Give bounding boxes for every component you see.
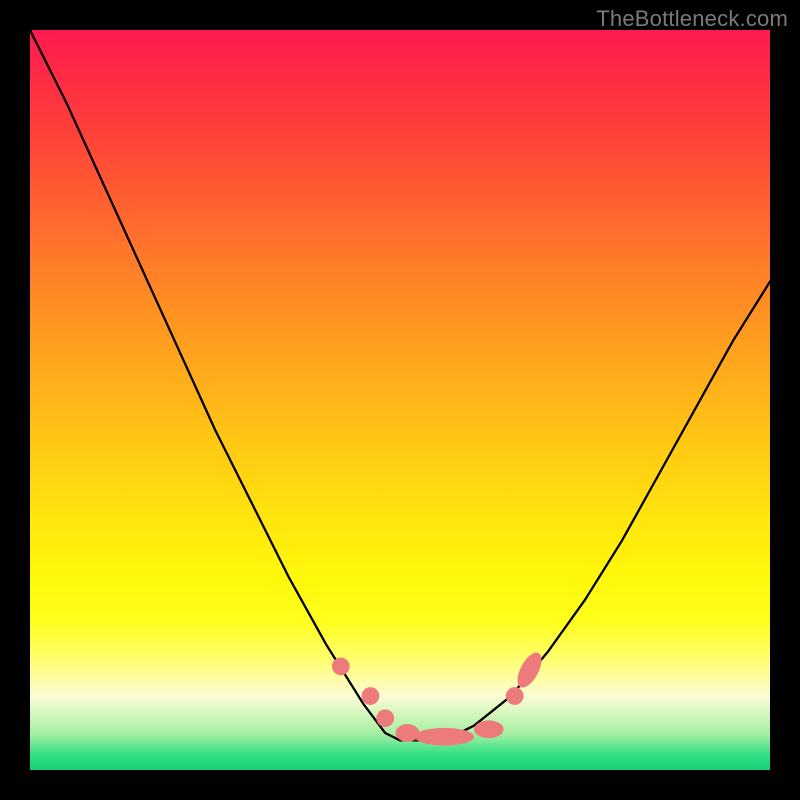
curve-group xyxy=(30,30,770,740)
v-curve-line xyxy=(30,30,770,740)
curve-svg xyxy=(30,30,770,770)
flat-left xyxy=(396,724,420,742)
watermark-text: TheBottleneck.com xyxy=(596,6,788,32)
chart-frame: TheBottleneck.com xyxy=(0,0,800,800)
left-dot-1 xyxy=(332,658,350,676)
left-dot-3 xyxy=(376,709,394,727)
right-pill-1 xyxy=(513,649,547,691)
flat-right xyxy=(474,720,504,738)
left-dot-2 xyxy=(362,687,380,705)
right-dot-1 xyxy=(506,687,524,705)
plot-area xyxy=(30,30,770,770)
marker-group xyxy=(332,649,546,746)
flat-center xyxy=(415,728,474,746)
